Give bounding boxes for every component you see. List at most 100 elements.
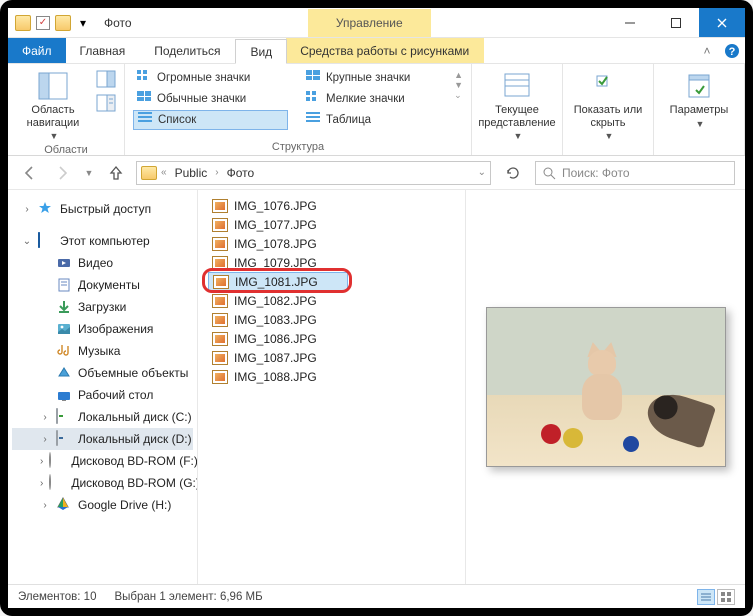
file-item[interactable]: IMG_1081.JPG: [208, 272, 348, 291]
titlebar: ▾ Фото Управление: [8, 8, 745, 38]
image-file-icon: [212, 370, 228, 384]
view-thumbnails-toggle[interactable]: [717, 589, 735, 605]
file-item[interactable]: IMG_1076.JPG: [208, 196, 348, 215]
tree-item-icon: [49, 453, 65, 469]
image-file-icon: [212, 313, 228, 327]
folder-icon: [141, 166, 157, 180]
preview-pane-icon[interactable]: [96, 70, 116, 91]
tree-item-icon: [56, 343, 72, 359]
file-item[interactable]: IMG_1088.JPG: [208, 367, 348, 386]
tree-this-pc[interactable]: ⌄ Этот компьютер: [12, 230, 193, 252]
file-item[interactable]: IMG_1083.JPG: [208, 310, 348, 329]
tab-view[interactable]: Вид: [235, 39, 287, 64]
tree-quick-access[interactable]: › Быстрый доступ: [12, 198, 193, 220]
view-list[interactable]: Список: [133, 110, 288, 130]
breadcrumb-root[interactable]: Public: [171, 166, 212, 180]
status-bar: Элементов: 10 Выбран 1 элемент: 6,96 МБ: [8, 584, 745, 608]
quick-access-pin-icon[interactable]: [34, 14, 52, 32]
tree-item-icon: [56, 277, 72, 293]
qat-dropdown-icon[interactable]: ▾: [74, 14, 92, 32]
group-panes-label: Области: [44, 142, 88, 156]
tree-item[interactable]: Видео: [12, 252, 193, 274]
back-button[interactable]: [18, 161, 42, 185]
tree-item-icon: [56, 255, 72, 271]
address-bar[interactable]: « Public › Фото ⌄: [136, 161, 491, 185]
file-item[interactable]: IMG_1086.JPG: [208, 329, 348, 348]
view-details-toggle[interactable]: [697, 589, 715, 605]
tree-item[interactable]: ›Google Drive (H:): [12, 494, 193, 516]
minimize-button[interactable]: [607, 8, 653, 37]
file-item[interactable]: IMG_1082.JPG: [208, 291, 348, 310]
file-item[interactable]: IMG_1087.JPG: [208, 348, 348, 367]
details-pane-icon[interactable]: [96, 94, 116, 115]
view-small-icons[interactable]: Мелкие значки: [302, 89, 448, 109]
views-scroll-down-icon[interactable]: ▼: [454, 80, 463, 90]
search-placeholder: Поиск: Фото: [562, 166, 630, 180]
view-table[interactable]: Таблица: [302, 110, 448, 130]
file-item[interactable]: IMG_1078.JPG: [208, 234, 348, 253]
file-menu[interactable]: Файл: [8, 38, 66, 63]
tree-item-icon: [56, 299, 72, 315]
options-icon: [683, 70, 715, 102]
svg-text:?: ?: [729, 46, 736, 58]
image-file-icon: [212, 218, 228, 232]
tree-item[interactable]: ›Дисковод BD-ROM (F:): [12, 450, 193, 472]
file-list[interactable]: IMG_1076.JPGIMG_1077.JPGIMG_1078.JPGIMG_…: [198, 190, 465, 584]
collapse-ribbon-icon[interactable]: ˄: [695, 38, 719, 63]
image-file-icon: [212, 332, 228, 346]
view-large-icons[interactable]: Крупные значки: [302, 68, 448, 88]
image-file-icon: [212, 237, 228, 251]
current-view-button[interactable]: Текущее представление▼: [480, 68, 554, 142]
tree-item[interactable]: Загрузки: [12, 296, 193, 318]
star-icon: [38, 201, 54, 217]
tree-item[interactable]: ›Дисковод BD-ROM (G:): [12, 472, 193, 494]
status-item-count: Элементов: 10: [18, 591, 96, 603]
view-normal-icons[interactable]: Обычные значки: [133, 89, 288, 109]
tree-item[interactable]: ›Локальный диск (C:): [12, 406, 193, 428]
tree-item[interactable]: Документы: [12, 274, 193, 296]
navigation-pane-icon: [37, 70, 69, 102]
image-file-icon: [212, 199, 228, 213]
help-button[interactable]: ?: [719, 38, 745, 63]
options-label: Параметры: [670, 104, 729, 117]
close-button[interactable]: [699, 8, 745, 37]
navigation-pane-label: Область навигации: [16, 104, 90, 129]
recent-locations-button[interactable]: ▼: [82, 161, 96, 185]
status-selection: Выбран 1 элемент: 6,96 МБ: [114, 591, 262, 603]
search-icon: [542, 166, 556, 180]
view-huge-icons[interactable]: Огромные значки: [133, 68, 288, 88]
file-item[interactable]: IMG_1079.JPG: [208, 253, 348, 272]
tab-picture-tools[interactable]: Средства работы с рисунками: [286, 38, 484, 63]
main-content: › Быстрый доступ ⌄ Этот компьютер ВидеоД…: [8, 190, 745, 584]
breadcrumb-folder[interactable]: Фото: [223, 166, 259, 180]
image-file-icon: [212, 351, 228, 365]
views-expand-icon[interactable]: ⌄: [454, 90, 463, 101]
tree-item-icon: [56, 321, 72, 337]
preview-image: [486, 307, 726, 467]
computer-icon: [38, 233, 54, 249]
current-view-icon: [501, 70, 533, 102]
tree-item[interactable]: Музыка: [12, 340, 193, 362]
tree-item[interactable]: Рабочий стол: [12, 384, 193, 406]
address-dropdown-icon[interactable]: ⌄: [478, 167, 486, 178]
options-button[interactable]: Параметры▼: [662, 68, 736, 129]
tree-item-icon: [56, 387, 72, 403]
navigation-tree[interactable]: › Быстрый доступ ⌄ Этот компьютер ВидеоД…: [8, 190, 198, 584]
ribbon: Область навигации ▼ Области Огромные зна…: [8, 64, 745, 156]
context-tab-label: Управление: [308, 9, 431, 37]
refresh-button[interactable]: [499, 165, 527, 181]
file-item[interactable]: IMG_1077.JPG: [208, 215, 348, 234]
show-hide-button[interactable]: Показать или скрыть▼: [571, 68, 645, 142]
navigation-pane-button[interactable]: Область навигации ▼: [16, 68, 90, 142]
search-input[interactable]: Поиск: Фото: [535, 161, 735, 185]
tree-item[interactable]: Изображения: [12, 318, 193, 340]
views-scroll-up-icon[interactable]: ▲: [454, 70, 463, 80]
tree-item[interactable]: ›Локальный диск (D:): [12, 428, 193, 450]
up-button[interactable]: [104, 161, 128, 185]
tree-item-icon: [56, 365, 72, 381]
forward-button[interactable]: [50, 161, 74, 185]
tab-share[interactable]: Поделиться: [140, 38, 235, 63]
maximize-button[interactable]: [653, 8, 699, 37]
tree-item[interactable]: Объемные объекты: [12, 362, 193, 384]
tab-home[interactable]: Главная: [66, 38, 141, 63]
